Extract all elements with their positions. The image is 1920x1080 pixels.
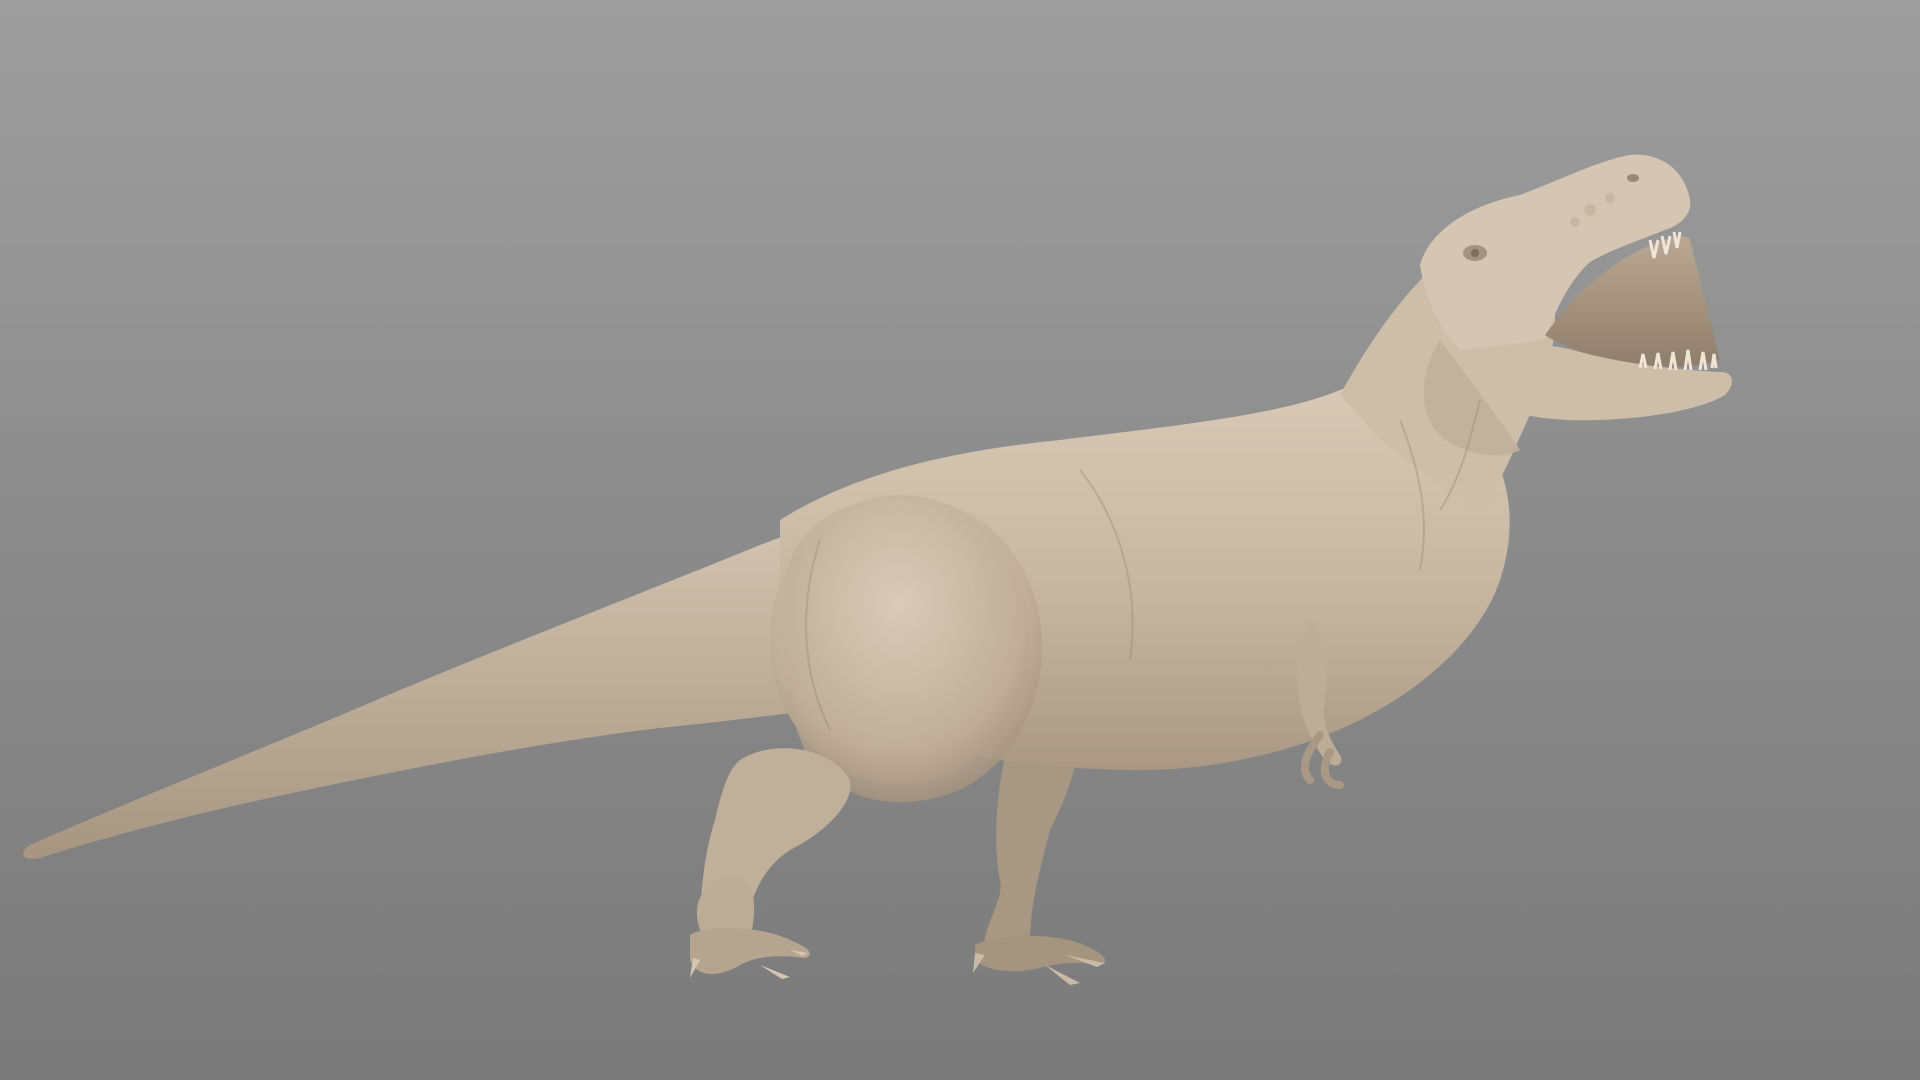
viewport (0, 0, 1920, 1080)
dinosaur-sculpt (23, 154, 1732, 985)
near-leg (690, 748, 851, 979)
head (1420, 154, 1732, 456)
